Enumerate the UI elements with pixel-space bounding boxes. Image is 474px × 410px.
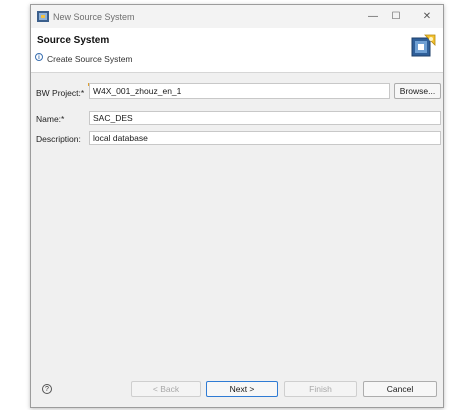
description-label: Description: <box>36 134 81 144</box>
source-system-wizard-icon <box>411 34 436 57</box>
window-title: New Source System <box>53 12 135 22</box>
finish-button[interactable]: Finish <box>284 381 357 397</box>
bw-project-field[interactable]: W4X_001_zhouz_en_1 <box>89 83 390 99</box>
bw-project-label: BW Project:* <box>36 88 85 98</box>
new-source-system-dialog: New Source System — ☐ ✕ Source System i … <box>30 4 444 408</box>
info-icon: i <box>35 53 43 61</box>
maximize-button[interactable]: ☐ <box>386 9 406 24</box>
name-label: Name:* <box>36 114 65 124</box>
wizard-header: Source System i Create Source System <box>31 28 443 73</box>
page-title: Source System <box>37 35 110 46</box>
browse-button[interactable]: Browse... <box>394 83 441 99</box>
eclipse-app-icon <box>37 11 49 22</box>
help-icon[interactable]: ? <box>42 384 52 394</box>
next-button[interactable]: Next > <box>206 381 278 397</box>
minimize-button[interactable]: — <box>363 9 383 24</box>
description-field[interactable]: local database <box>89 131 441 145</box>
name-field[interactable]: SAC_DES <box>89 111 441 125</box>
close-button[interactable]: ✕ <box>417 9 437 24</box>
back-button[interactable]: < Back <box>131 381 201 397</box>
cancel-button[interactable]: Cancel <box>363 381 437 397</box>
page-subtitle: Create Source System <box>47 54 133 64</box>
title-bar[interactable]: New Source System — ☐ ✕ <box>31 5 443 28</box>
